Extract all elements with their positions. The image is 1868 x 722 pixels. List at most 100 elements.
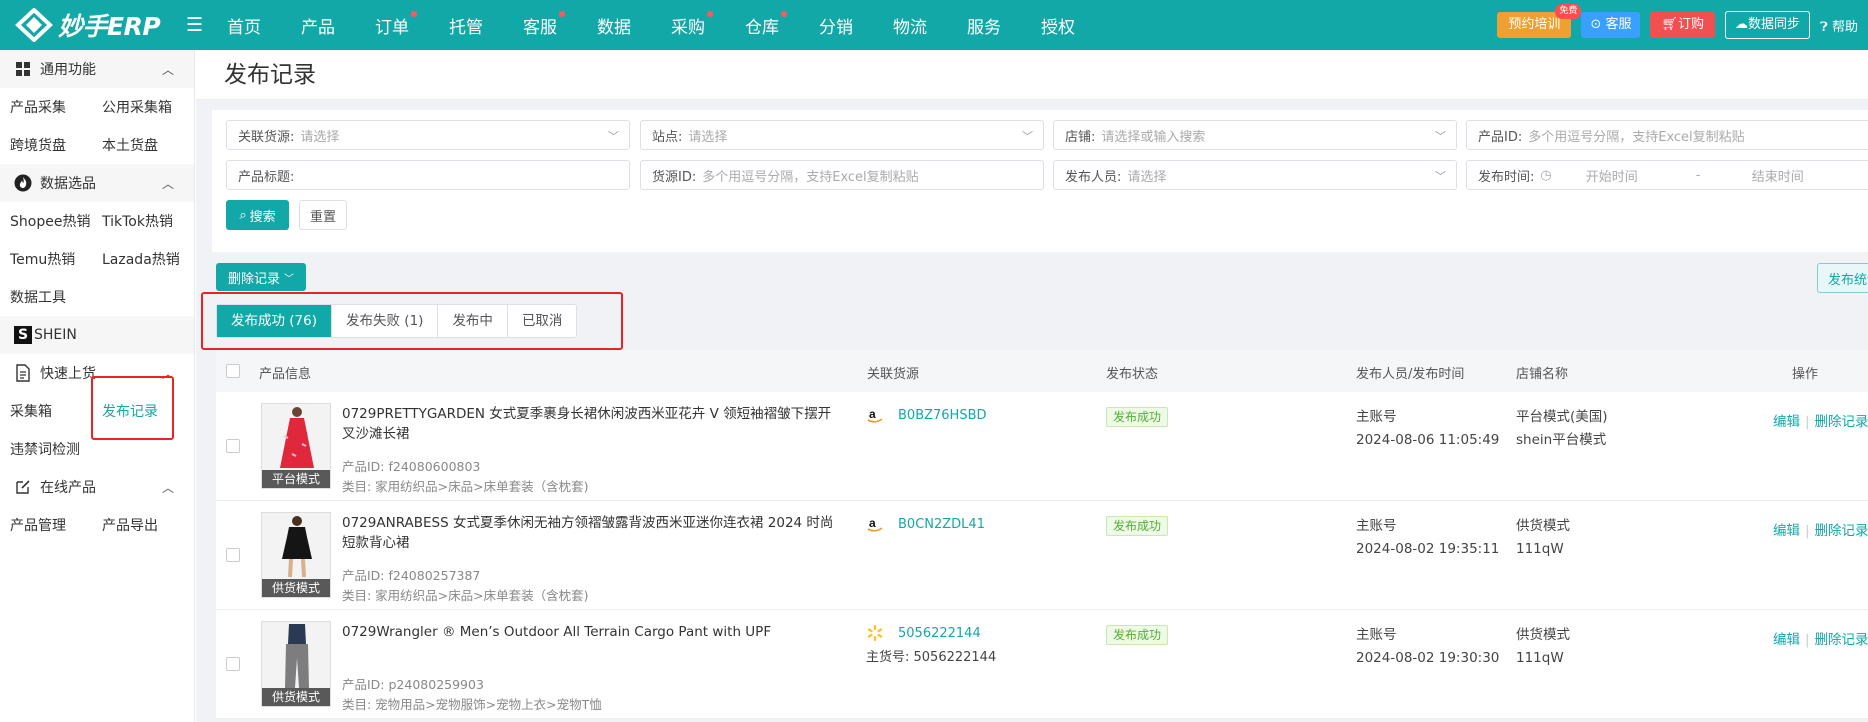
sidebar-item-data-tools[interactable]: 数据工具 <box>0 278 194 316</box>
sidebar-item-public-box[interactable]: 公用采集箱 <box>92 97 184 117</box>
delete-record-link[interactable]: 删除记录 <box>1815 632 1868 648</box>
source-id-link[interactable]: 5056222144 <box>898 626 981 641</box>
help-label: 帮助 <box>1831 19 1858 35</box>
customer-service-button[interactable]: ⊙ 客服 <box>1581 12 1641 38</box>
publish-time-range[interactable]: 发布时间: ◷ 开始时间 - 结束时间 <box>1466 160 1868 190</box>
nav-item[interactable]: 首页 <box>227 13 261 38</box>
product-id-placeholder: 多个用逗号分隔，支持Excel复制粘贴 <box>1528 129 1745 145</box>
order-button[interactable]: 🛒︎订购 <box>1650 12 1715 38</box>
chevron-down-icon: ﹀ <box>1435 130 1446 143</box>
publisher-select[interactable]: 发布人员: 请选择 ﹀ <box>1053 160 1457 190</box>
status-badge: 发布成功 <box>1106 625 1169 645</box>
product-id-label: 产品ID: <box>1478 129 1523 145</box>
nav-item[interactable]: 订单 <box>375 10 418 38</box>
delete-records-dropdown[interactable]: 删除记录 ﹀ <box>216 263 306 291</box>
product-id-input[interactable]: 产品ID: 多个用逗号分隔，支持Excel复制粘贴 <box>1466 120 1868 150</box>
sidebar-item-product-export[interactable]: 产品导出 <box>92 515 184 535</box>
product-thumbnail[interactable]: 平台模式 <box>261 403 331 489</box>
delete-record-link[interactable]: 删除记录 <box>1815 523 1868 539</box>
store-mode: 供货模式 <box>1516 627 1570 643</box>
sidebar-item-banned-words[interactable]: 违禁词检测 <box>0 430 194 468</box>
walmart-logo-icon <box>866 624 884 642</box>
chevron-up-icon: ︿ <box>161 367 174 381</box>
sidebar-item-lazada-hot[interactable]: Lazada热销 <box>92 249 184 269</box>
sidebar-item-shopee-hot[interactable]: Shopee热销 <box>0 211 92 231</box>
status-tab[interactable]: 已取消 <box>508 305 577 337</box>
start-time-input[interactable]: 开始时间 <box>1586 166 1696 185</box>
nav-item[interactable]: 仓库 <box>745 10 788 38</box>
menu-toggle-icon[interactable]: ☰ <box>186 14 203 36</box>
nav-item-label: 数据 <box>597 17 632 38</box>
sidebar-item-shein[interactable]: S SHEIN <box>0 316 194 354</box>
product-category: 类目: 家用纺织品>床品>床单套装（含枕套) <box>342 588 589 603</box>
store-cell: 平台模式(美国) shein平台模式 <box>1516 406 1608 452</box>
source-label: 关联货源: <box>238 129 295 145</box>
nav-item[interactable]: 采购 <box>671 10 714 38</box>
product-thumbnail[interactable]: 供货模式 <box>261 512 331 598</box>
source-select[interactable]: 关联货源: 请选择 ﹀ <box>226 120 630 150</box>
store-select[interactable]: 店铺: 请选择或输入搜索 ﹀ <box>1053 120 1457 150</box>
nav-item[interactable]: 数据 <box>597 13 631 38</box>
source-id-link[interactable]: B0BZ76HSBD <box>898 408 987 423</box>
row-checkbox[interactable] <box>226 657 240 671</box>
source-id-link[interactable]: B0CN2ZDL41 <box>898 517 985 532</box>
sidebar-item-product-collect[interactable]: 产品采集 <box>0 97 92 117</box>
nav-item[interactable]: 服务 <box>967 13 1001 38</box>
sidebar-item-product-manage[interactable]: 产品管理 <box>0 515 92 535</box>
notification-dot <box>781 10 788 17</box>
nav-item[interactable]: 物流 <box>893 13 927 38</box>
nav-item[interactable]: 分销 <box>819 13 853 38</box>
row-checkbox[interactable] <box>226 548 240 562</box>
mode-badge: 平台模式 <box>262 470 330 488</box>
sidebar-item-cross-border[interactable]: 跨境货盘 <box>0 135 92 155</box>
data-sync-button[interactable]: ☁数据同步 <box>1725 11 1811 39</box>
sidebar-item-temu-hot[interactable]: Temu热销 <box>0 249 92 269</box>
sidebar-group-data[interactable]: 数据选品 ︿ <box>0 164 194 202</box>
table-row: 供货模式 0729ANRABESS 女式夏季休闲无袖方领褶皱露背波西米亚迷你连衣裙… <box>216 501 1868 610</box>
help-link[interactable]: ❓︎ 帮助 <box>1820 16 1858 35</box>
source-id-input[interactable]: 货源ID: 多个用逗号分隔，支持Excel复制粘贴 <box>640 160 1044 190</box>
product-id: 产品ID: f24080600803 <box>342 459 481 474</box>
ops-cell: 编辑 | 删除记录 <box>1773 410 1868 430</box>
end-time-input[interactable]: 结束时间 <box>1752 166 1804 185</box>
nav-item[interactable]: 托管 <box>449 13 483 38</box>
training-button[interactable]: 预约培训 免费 <box>1497 4 1582 38</box>
sidebar-item-collect-box[interactable]: 采集箱 <box>0 401 92 421</box>
site-select[interactable]: 站点: 请选择 ﹀ <box>640 120 1044 150</box>
edit-icon <box>14 478 32 496</box>
publish-time: 2024-08-02 19:35:11 <box>1356 541 1500 557</box>
edit-link[interactable]: 编辑 <box>1773 414 1800 430</box>
status-badge: 发布成功 <box>1106 407 1169 427</box>
reset-button[interactable]: 重置 <box>299 200 347 230</box>
brand-logo[interactable]: 妙手ERP <box>0 7 200 43</box>
status-tab[interactable]: 发布成功 (76) <box>217 305 333 337</box>
status-tab[interactable]: 发布失败 (1) <box>332 305 439 337</box>
nav-item[interactable]: 授权 <box>1041 13 1075 38</box>
status-tab[interactable]: 发布中 <box>438 305 508 337</box>
row-checkbox[interactable] <box>226 439 240 453</box>
ops-cell: 编辑 | 删除记录 <box>1773 628 1868 648</box>
product-title: 0729ANRABESS 女式夏季休闲无袖方领褶皱露背波西米亚迷你连衣裙 202… <box>342 515 834 551</box>
nav-item[interactable]: 客服 <box>523 10 566 38</box>
product-thumbnail[interactable]: 供货模式 <box>261 621 331 707</box>
edit-link[interactable]: 编辑 <box>1773 523 1800 539</box>
notification-dot <box>411 10 418 17</box>
sidebar-group-quick[interactable]: 快速上货 ︿ <box>0 354 194 392</box>
product-title-input[interactable]: 产品标题: <box>226 160 630 190</box>
sidebar-item-tiktok-hot[interactable]: TikTok热销 <box>92 211 184 231</box>
sidebar-group-common[interactable]: 通用功能 ︿ <box>0 50 194 88</box>
range-separator: - <box>1695 167 1701 183</box>
store-cell: 供货模式 111qW <box>1516 515 1570 561</box>
delete-record-link[interactable]: 删除记录 <box>1815 414 1868 430</box>
select-all-checkbox[interactable] <box>226 364 240 378</box>
sidebar-item-local-pallet[interactable]: 本土货盘 <box>92 135 184 155</box>
sidebar-group-online[interactable]: 在线产品 ︿ <box>0 468 194 506</box>
publish-stats-button[interactable]: 发布统计 <box>1817 263 1868 293</box>
search-button[interactable]: ⌕ 搜索 <box>226 200 289 230</box>
nav-item[interactable]: 产品 <box>301 13 335 38</box>
sidebar-item-publish-record[interactable]: 发布记录 <box>92 401 184 421</box>
chevron-up-icon: ︿ <box>161 63 174 77</box>
publish-time: 2024-08-06 11:05:49 <box>1356 432 1500 448</box>
sidebar-group-label: 数据选品 <box>40 176 96 192</box>
edit-link[interactable]: 编辑 <box>1773 632 1800 648</box>
